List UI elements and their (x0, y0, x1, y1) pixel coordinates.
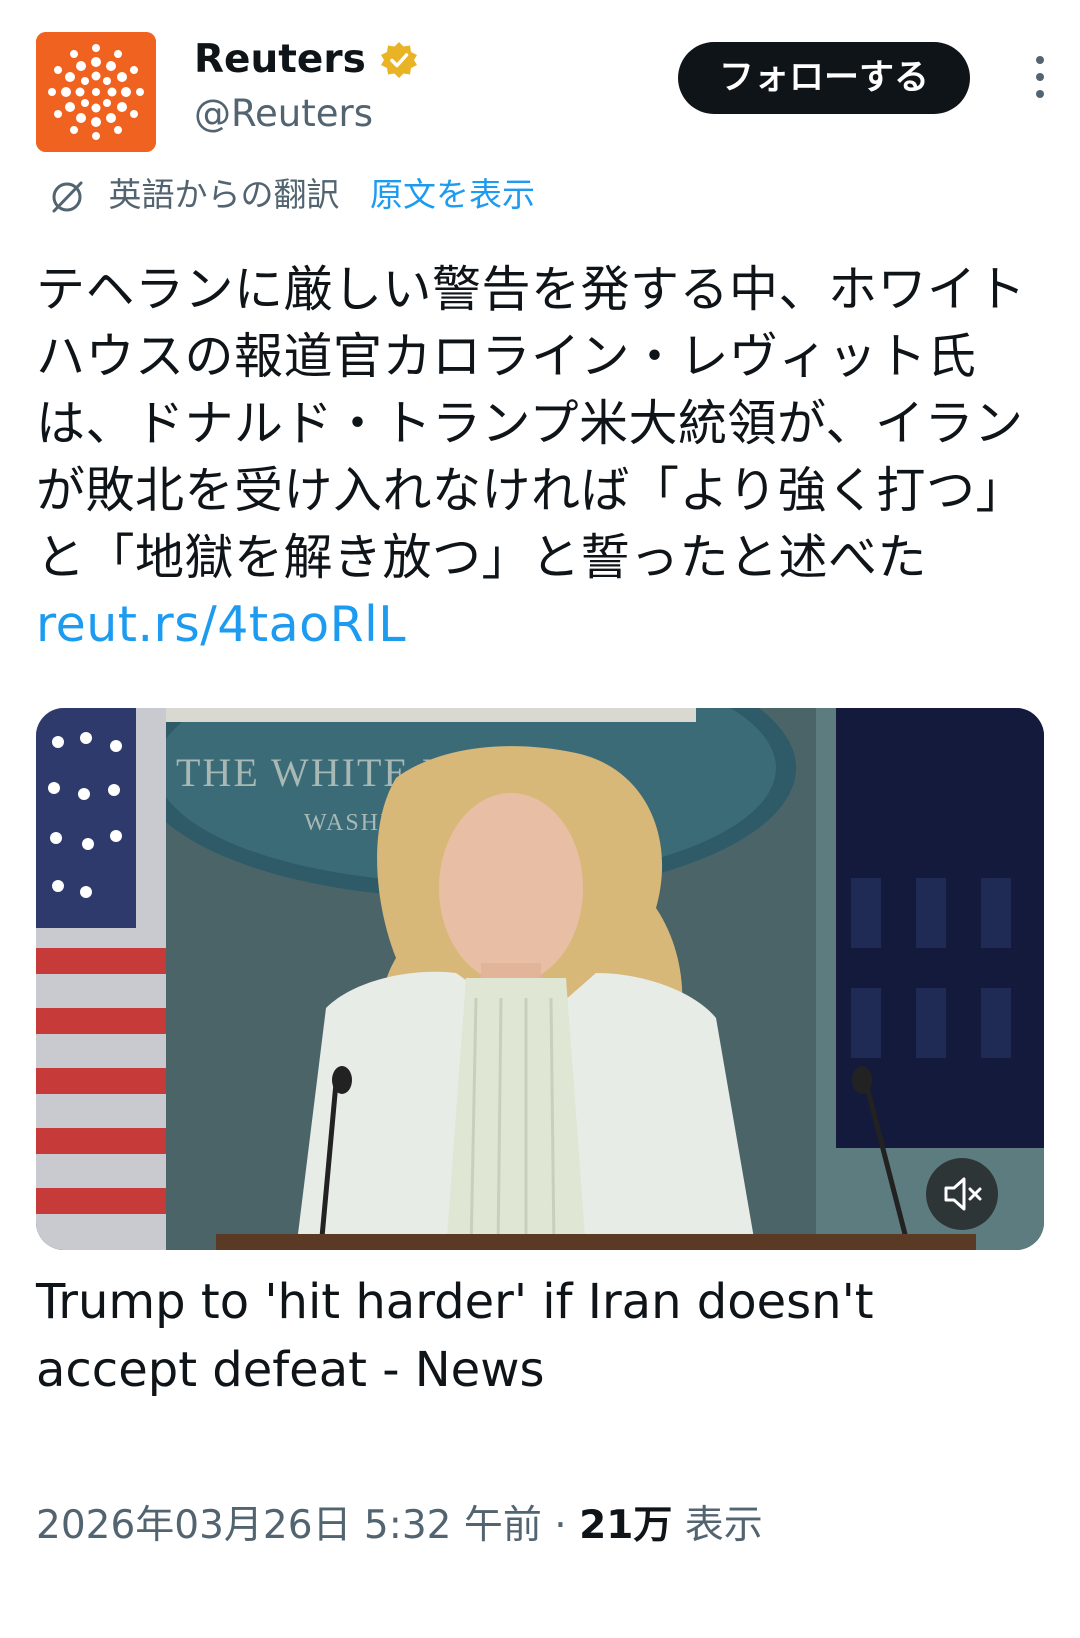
meta-separator: · (554, 1503, 567, 1548)
follow-button[interactable]: フォローする (678, 42, 970, 114)
verified-badge-icon[interactable] (379, 40, 419, 80)
volume-muted-icon (944, 1177, 982, 1211)
tweet-body: テヘランに厳しい警告を発する中、ホワイトハウスの報道官カロライン・レヴィット氏は… (36, 261, 1027, 586)
tweet-text: テヘランに厳しい警告を発する中、ホワイトハウスの報道官カロライン・レヴィット氏は… (36, 256, 1036, 658)
show-original-link[interactable]: 原文を表示 (370, 175, 535, 214)
account-handle[interactable]: @Reuters (194, 88, 419, 140)
mute-toggle-button[interactable] (926, 1158, 998, 1230)
view-count: 21万 (579, 1503, 673, 1548)
translation-label: 英語からの翻訳 (108, 175, 340, 214)
video-player[interactable]: THE WHITE HOUSE WASHINGTON (36, 708, 1044, 1250)
more-options-icon[interactable] (1030, 56, 1050, 106)
tweet-meta: 2026年03月26日 5:32 午前 · 21万 表示 (36, 1500, 763, 1552)
display-name[interactable]: Reuters (194, 34, 366, 86)
reuters-avatar[interactable] (36, 32, 156, 152)
views-label: 表示 (684, 1503, 763, 1548)
tweet-header: Reuters @Reuters フォローする (36, 30, 1046, 155)
tweet-timestamp[interactable]: 2026年03月26日 5:32 午前 (36, 1503, 542, 1548)
translation-bar: 英語からの翻訳 原文を表示 (48, 172, 535, 218)
translate-icon (52, 181, 83, 212)
reuters-logo-icon (36, 32, 156, 152)
tweet-link[interactable]: reut.rs/4taoRlL (36, 596, 406, 653)
link-card-title[interactable]: Trump to 'hit harder' if Iran doesn't ac… (36, 1268, 1036, 1404)
video-frame: THE WHITE HOUSE WASHINGTON (36, 708, 1044, 1250)
